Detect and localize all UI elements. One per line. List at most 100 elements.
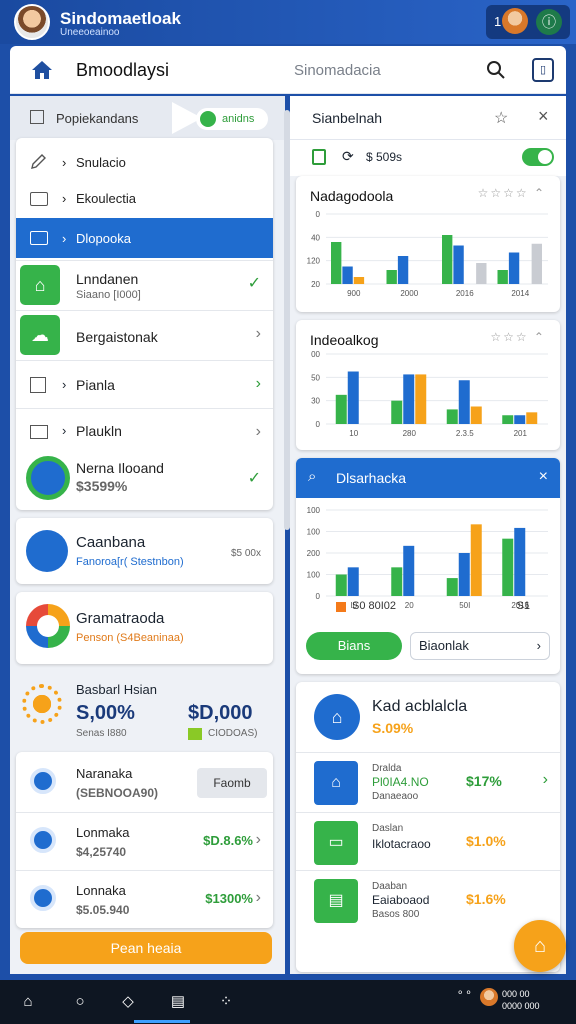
nav-item-dlopooka[interactable]: › Dlopooka (16, 218, 273, 258)
bar (335, 574, 347, 596)
search-icon[interactable]: ⌕ (308, 468, 316, 485)
tray-avatar[interactable] (480, 988, 498, 1006)
tray-icon[interactable]: ⚬⚬ (456, 988, 473, 999)
list-item[interactable]: Lonmaka $4,25740 $D.8.6% › (16, 812, 273, 870)
right-panel: Sianbelnah ☆ × ⟳ $ 509s Nadagodoola ☆☆☆☆… (290, 96, 566, 974)
bar (391, 567, 403, 596)
x-tick-label: 280 (403, 429, 417, 438)
chart-2: 00 50 30 0 10 280 2.3.5 201 (311, 350, 548, 438)
list-item[interactable]: Nerna Ilooand $3599% ✓ (16, 450, 273, 508)
chart-card: Indeoalkog ☆☆☆ ⌃ 00 50 30 0 10 280 2.3.5 201 (296, 320, 560, 450)
status-badge-icon[interactable]: ⓘ (536, 9, 562, 35)
account-icon (30, 885, 56, 911)
chat-icon[interactable]: ▤ (168, 992, 188, 1012)
home-icon[interactable] (30, 58, 54, 82)
bar (497, 270, 508, 284)
bar (476, 263, 487, 284)
x-tick-label: 2016 (456, 289, 474, 298)
bar (353, 277, 365, 284)
home-icon[interactable]: ⌂ (18, 992, 38, 1012)
bar (391, 400, 403, 424)
green-pill-button[interactable]: Bians (306, 632, 402, 660)
summary-card[interactable]: Gramatraoda Penson (S4Beaninaa) (16, 592, 273, 664)
close-icon[interactable]: × (538, 106, 549, 127)
right-panel-header: Sianbelnah ☆ × (290, 96, 566, 140)
refresh-icon[interactable]: ⟳ (342, 148, 354, 165)
bar (397, 256, 409, 284)
y-tick-label: 100 (307, 571, 321, 580)
bar (458, 380, 470, 424)
status-pill[interactable]: anidns (196, 108, 268, 130)
primary-action-button[interactable]: Pean heaia (20, 932, 272, 964)
list-item[interactable]: ▭ Daslan Iklotacraoo $1.0% (296, 812, 560, 870)
summary-card[interactable]: Caanbana Fanoroa[r( Stestnbon) $5 00x (16, 518, 273, 584)
bar (442, 235, 453, 284)
item-title: Daslan (372, 823, 404, 834)
row-label: Nerna Ilooand (76, 460, 164, 476)
wallet-icon: ▤ (314, 879, 358, 923)
bar (446, 578, 458, 596)
list-item[interactable]: Naranaka (SEBNOOA90) Faomb (16, 756, 273, 812)
item-value: $1.0% (466, 833, 506, 849)
toggle-switch[interactable] (522, 148, 554, 166)
nav-item-ekoulectia[interactable]: › Ekoulectia (16, 180, 273, 216)
circle-icon[interactable]: ○ (70, 992, 90, 1012)
filter-value: $ 509s (366, 150, 403, 164)
chart-ring-icon (26, 530, 68, 572)
bar (335, 394, 347, 424)
list-item[interactable]: ⌂ Dralda Pl0IA4.NO Danaeaoo $17% › (296, 752, 560, 810)
list-item[interactable]: ☁ Bergaistonak › (16, 310, 273, 358)
x-tick-label: 50I (459, 601, 470, 610)
chevron-right-icon: › (542, 771, 548, 788)
star-icon[interactable]: ☆ (494, 108, 508, 128)
close-icon[interactable]: × (539, 468, 548, 486)
profile-avatar[interactable] (502, 8, 528, 34)
y-tick-label: 100 (307, 506, 321, 515)
account-sub: $5.05.940 (76, 903, 130, 917)
book-icon (30, 377, 46, 393)
x-tick-label: 20 (405, 601, 414, 610)
select-field[interactable]: Biaonlak › (410, 632, 550, 660)
bar (470, 406, 482, 424)
x-tick-label: 2014 (511, 289, 529, 298)
list-item[interactable]: ▤ Daaban Eaiaboaod Basos 800 $1.6% (296, 870, 560, 928)
account-area[interactable]: 1 ⓘ (486, 5, 570, 39)
chart-card: ⌕ Dlsarhacka × 100 100 200 100 0 I0 20 50I 2016 … (296, 458, 560, 674)
app-title: Sindomaetloak (60, 9, 181, 28)
account-button[interactable]: Faomb (197, 768, 267, 798)
user-avatar[interactable] (14, 4, 50, 40)
bar (502, 538, 514, 596)
house-icon: ⌂ (314, 761, 358, 805)
bar (342, 266, 353, 284)
chart-card: Nadagodoola ☆☆☆☆ ⌃ 0 40 120 20 900 2000 2016 20… (296, 176, 560, 312)
list-item[interactable]: › Pianla › (16, 360, 273, 408)
pie-hole (37, 615, 59, 637)
apps-icon[interactable]: ⁘ (216, 992, 236, 1012)
bar (526, 412, 538, 424)
cloud-icon: ☁ (20, 315, 60, 355)
list-item[interactable]: › Plaukln › (16, 408, 273, 456)
account-name: Naranaka (76, 766, 133, 781)
nav-item-label: Dlopooka (76, 231, 131, 246)
wallet-icon (26, 456, 70, 500)
menu-button[interactable]: ▯ (532, 58, 554, 82)
nav-list: › Snulacio › Ekoulectia › Dlopooka ⌂ Lnn… (16, 138, 273, 510)
taskbar: ⌂ ○ ◇ ▤ ⁘ ⚬⚬ 000 00 0000 000 (0, 980, 576, 1024)
nav-item-snulacio[interactable]: › Snulacio (16, 144, 273, 180)
y-tick-label: 100 (307, 528, 321, 537)
list-item[interactable]: Lonnaka $5.05.940 $1300% › (16, 870, 273, 926)
shape-icon[interactable]: ◇ (118, 992, 138, 1012)
floating-action-button[interactable]: ⌂ (514, 920, 566, 972)
item-title: Daaban (372, 881, 408, 892)
row-label: Bergaistonak (76, 329, 158, 345)
panel-icon (30, 110, 44, 124)
card-subtitle: Penson (S4Beaninaa) (76, 632, 184, 644)
house-icon: ⌂ (20, 265, 60, 305)
select-value: Biaonlak (419, 638, 469, 653)
list-item[interactable]: ⌂ Lnndanen Siaano [I000] ✓ (16, 260, 273, 308)
legend-label: S0 80I02 (352, 600, 397, 612)
chart-1: 0 40 120 20 900 2000 2016 2014 (307, 210, 548, 298)
search-icon[interactable] (486, 60, 506, 80)
row-label: Pianla (76, 377, 115, 393)
bar (386, 270, 397, 284)
